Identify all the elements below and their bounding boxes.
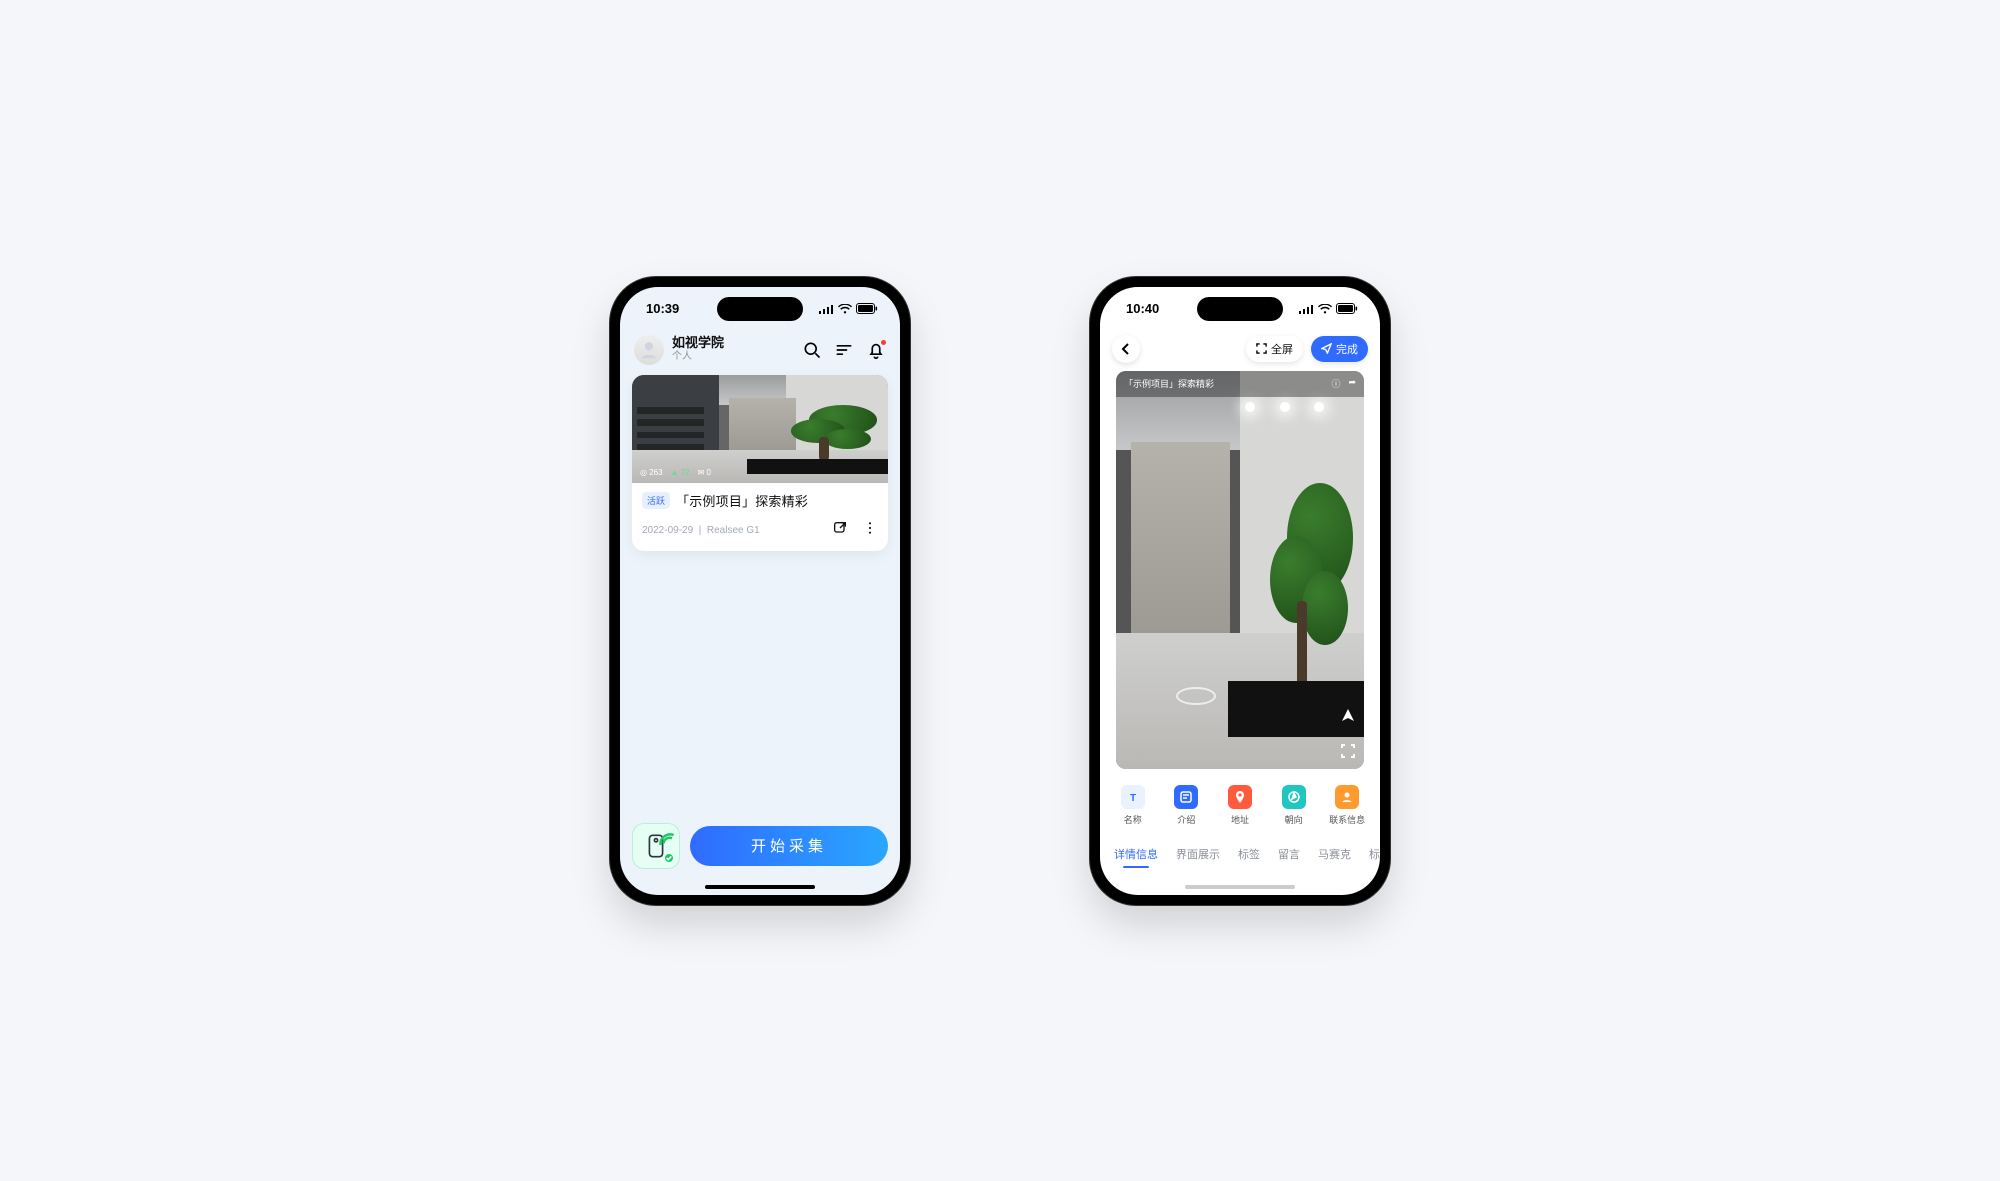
wifi-icon [838,304,852,314]
action-contact[interactable]: 联系信息 [1325,785,1369,826]
home-indicator[interactable] [705,885,815,889]
status-time: 10:39 [646,301,679,316]
project-thumbnail: ◎ 263 ▲ 72 ✉ 0 [632,375,888,483]
vr-preview[interactable]: 「示例项目」探索精彩 ⓘ ➦ [1116,371,1364,769]
preview-title: 「示例项目」探索精彩 [1124,377,1214,390]
start-capture-button[interactable]: 开始采集 [690,826,888,866]
svg-text:T: T [1130,793,1136,804]
tab-detail[interactable]: 详情信息 [1114,846,1158,868]
battery-icon [1336,303,1358,314]
tab-message[interactable]: 留言 [1278,846,1300,868]
home-indicator[interactable] [1185,885,1295,889]
info-icon[interactable]: ⓘ [1331,377,1340,390]
tab-tag[interactable]: 标签 [1238,846,1260,868]
expand-icon[interactable] [1340,743,1356,759]
notification-dot [881,340,886,345]
device-status-chip[interactable] [632,823,680,869]
dynamic-island [1197,297,1283,321]
share-arrow-icon[interactable]: ➦ [1348,377,1356,390]
avatar[interactable] [634,335,664,365]
project-card[interactable]: ◎ 263 ▲ 72 ✉ 0 活跃 「示例项目」探索精彩 2022-09-29 … [632,375,888,551]
battery-icon [856,303,878,314]
nav-arrow-icon[interactable] [1340,707,1356,723]
fullscreen-button[interactable]: 全屏 [1246,336,1303,362]
action-icon-row: T 名称 介绍 地址 朝向 联系信息 [1100,769,1380,832]
wifi-icon [1318,304,1332,314]
card-stats: ◎ 263 ▲ 72 ✉ 0 [640,468,711,477]
tab-mosaic[interactable]: 马赛克 [1318,846,1351,868]
tab-more[interactable]: 标 [1369,846,1380,868]
more-icon[interactable] [862,520,878,541]
user-subtitle: 个人 [672,351,794,363]
search-icon[interactable] [802,340,822,360]
bell-icon[interactable] [866,340,886,360]
action-address[interactable]: 地址 [1218,785,1262,826]
action-intro[interactable]: 介绍 [1164,785,1208,826]
tabs-row: 详情信息 界面展示 标签 留言 马赛克 标 [1100,832,1380,868]
back-button[interactable] [1112,335,1140,363]
check-icon [663,852,675,864]
preview-topbar: 「示例项目」探索精彩 ⓘ ➦ [1116,371,1364,397]
card-meta: 2022-09-29 | Realsee G1 [642,525,760,536]
cellular-icon [1298,304,1314,314]
card-title: 「示例项目」探索精彩 [676,491,808,510]
home-header: 如视学院 个人 [620,331,900,375]
action-orientation[interactable]: 朝向 [1272,785,1316,826]
cellular-icon [818,304,834,314]
action-name[interactable]: T 名称 [1111,785,1155,826]
share-icon[interactable] [832,520,848,541]
status-badge: 活跃 [642,492,670,509]
status-time: 10:40 [1126,301,1159,316]
done-button[interactable]: 完成 [1311,336,1368,362]
user-name: 如视学院 [672,336,794,351]
dynamic-island [717,297,803,321]
tab-display[interactable]: 界面展示 [1176,846,1220,868]
sort-icon[interactable] [834,340,854,360]
